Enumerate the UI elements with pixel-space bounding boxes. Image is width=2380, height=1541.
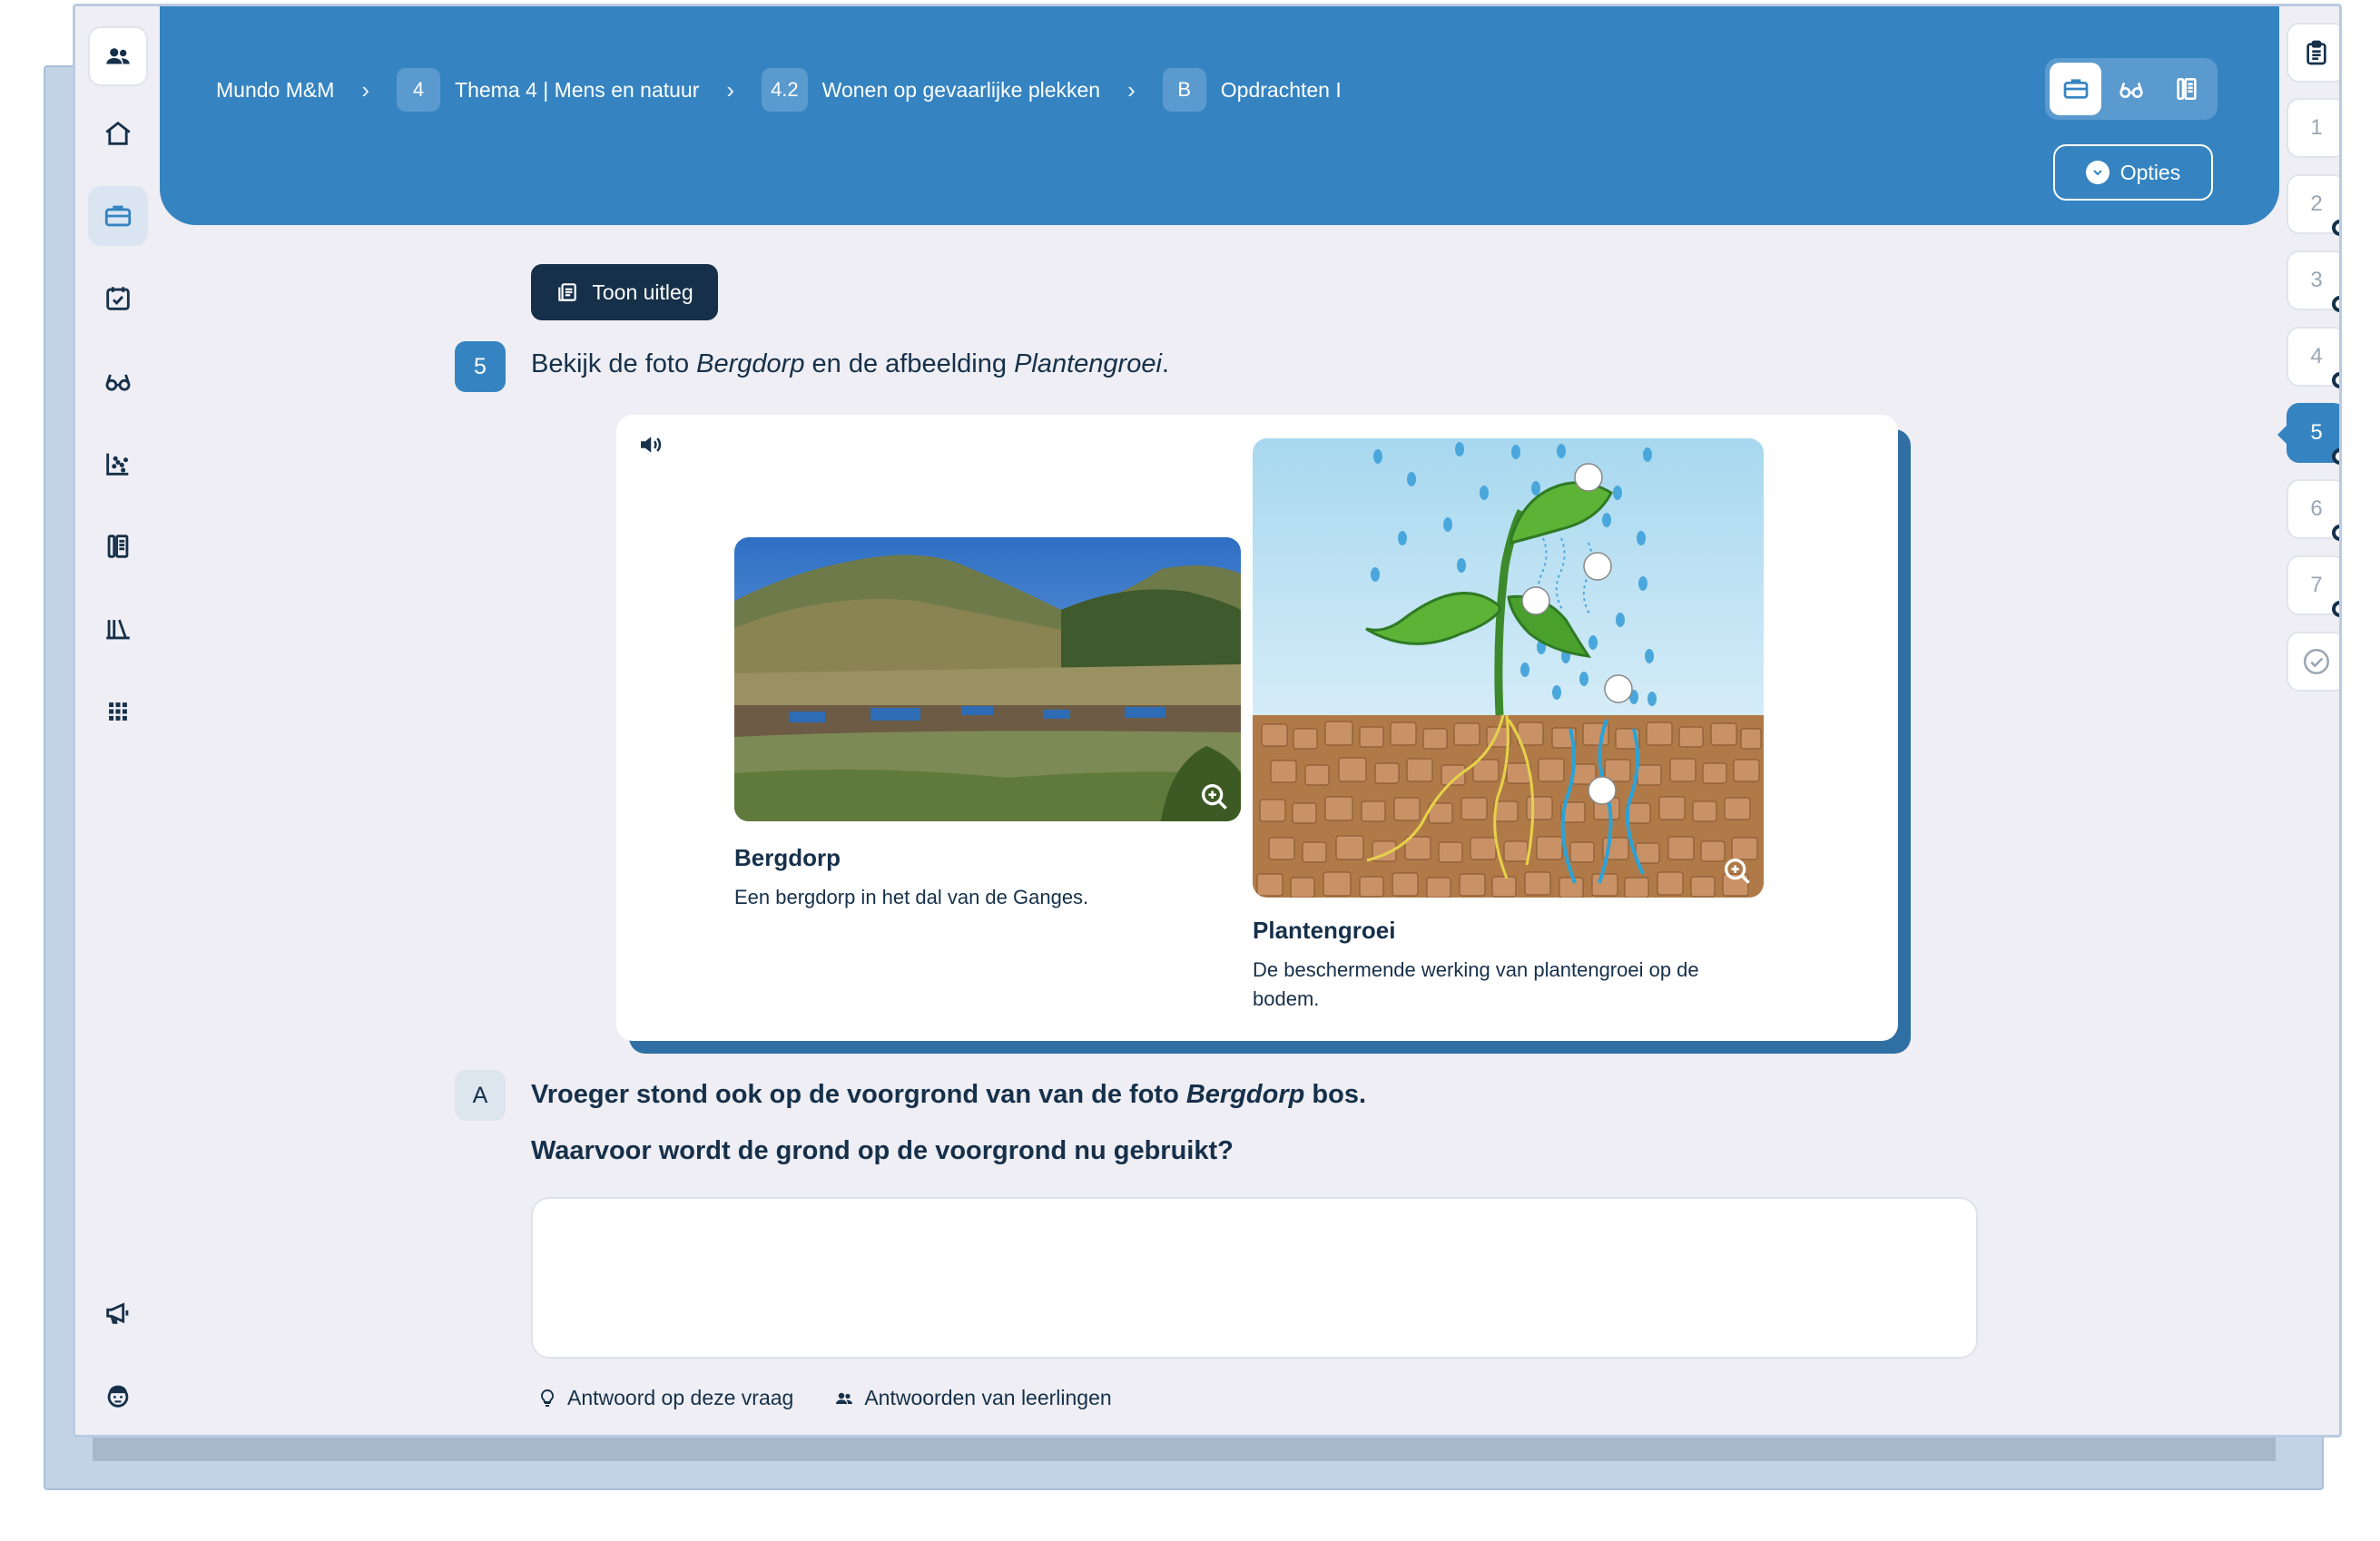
avatar-icon[interactable] <box>88 1366 148 1426</box>
answer-input[interactable] <box>531 1197 1978 1359</box>
clipboard-icon[interactable] <box>2287 23 2339 83</box>
view-toggle <box>2045 58 2218 120</box>
chart-icon[interactable] <box>88 434 148 494</box>
subquestion-intro: Vroeger stond ook op de voorgrond van va… <box>531 1080 1367 1109</box>
question-nav: 1 2 3 4 5 6 7 <box>2277 6 2339 1435</box>
question-text: Bekijk de foto Bergdorp en de afbeelding… <box>531 349 1169 378</box>
media-title: Plantengroei <box>1253 917 1396 944</box>
media-caption: Een bergdorp in het dal van de Ganges. <box>734 886 1089 908</box>
breadcrumb-item[interactable]: Thema 4 | Mens en natuur <box>455 78 699 103</box>
books-view-icon[interactable] <box>2161 63 2213 115</box>
status-dot <box>2332 525 2339 541</box>
left-sidebar <box>75 6 160 1435</box>
chevron-right-icon: › <box>726 75 735 103</box>
question-nav-item[interactable]: 2 <box>2287 174 2339 236</box>
show-answer-link[interactable]: Antwoord op deze vraag <box>536 1386 793 1410</box>
status-dot <box>2332 220 2339 236</box>
media-card: Bergdorp Een bergdorp in het dal van de … <box>616 415 1898 1041</box>
show-explanation-button[interactable]: Toon uitleg <box>531 264 718 320</box>
glasses-icon[interactable] <box>88 351 148 411</box>
breadcrumb-badge: 4 <box>397 68 441 112</box>
briefcase-icon[interactable] <box>88 186 148 246</box>
chevron-right-icon: › <box>1127 75 1136 103</box>
student-answers-label: Antwoorden van leerlingen <box>864 1386 1112 1409</box>
grid-icon[interactable] <box>88 682 148 741</box>
breadcrumb-item[interactable]: Wonen op gevaarlijke plekken <box>822 78 1100 103</box>
answer-footer: Antwoord op deze vraag Antwoorden van le… <box>536 1386 1112 1410</box>
status-dot <box>2332 296 2339 312</box>
question-nav-item[interactable]: 3 <box>2287 250 2339 312</box>
question-nav-item[interactable]: 7 <box>2287 555 2339 617</box>
home-icon[interactable] <box>88 103 148 163</box>
question-nav-item[interactable]: 1 <box>2287 98 2339 158</box>
bergdorp-photo[interactable] <box>734 537 1241 821</box>
breadcrumb-item[interactable]: Mundo M&M <box>216 78 334 103</box>
question-number: 5 <box>455 341 506 392</box>
show-answer-label: Antwoord op deze vraag <box>567 1386 794 1409</box>
question-nav-item[interactable]: 6 <box>2287 479 2339 541</box>
speaker-icon[interactable] <box>636 431 664 458</box>
header: Mundo M&M › 4 Thema 4 | Mens en natuur ›… <box>160 6 2279 225</box>
active-pointer <box>2277 424 2288 446</box>
app-window: Mundo M&M › 4 Thema 4 | Mens en natuur ›… <box>73 4 2342 1438</box>
check-circle-icon[interactable] <box>2287 632 2339 692</box>
users-icon <box>836 1392 853 1404</box>
zoom-icon[interactable] <box>1197 780 1234 816</box>
status-dot <box>2332 448 2339 465</box>
media-caption: De beschermende werking van plantengroei… <box>1253 958 1699 1010</box>
breadcrumb-badge: 4.2 <box>762 68 808 112</box>
subquestion-letter: A <box>455 1070 506 1121</box>
options-label: Opties <box>2119 160 2181 184</box>
status-dot <box>2332 372 2339 388</box>
briefcase-view-icon[interactable] <box>2050 63 2102 115</box>
student-answers-link[interactable]: Antwoorden van leerlingen <box>833 1386 1112 1410</box>
subquestion-text: Waarvoor wordt de grond op de voorgrond … <box>531 1136 1234 1165</box>
options-button[interactable]: Opties <box>2053 144 2213 201</box>
show-explanation-label: Toon uitleg <box>592 280 693 304</box>
zoom-icon[interactable] <box>1720 854 1756 890</box>
media-title: Bergdorp <box>734 844 841 871</box>
chevron-right-icon: › <box>361 75 370 103</box>
breadcrumb-badge: B <box>1162 68 1206 112</box>
megaphone-icon[interactable] <box>88 1282 148 1342</box>
plantengroei-illustration[interactable] <box>1253 438 1764 898</box>
glasses-view-icon[interactable] <box>2105 63 2157 115</box>
library-icon[interactable] <box>88 599 148 659</box>
breadcrumb-item[interactable]: Opdrachten I <box>1221 78 1342 103</box>
calendar-check-icon[interactable] <box>88 269 148 329</box>
lightbulb-icon <box>540 1389 555 1407</box>
question-nav-item-active[interactable]: 5 <box>2277 403 2339 465</box>
books-icon[interactable] <box>88 516 148 576</box>
question-nav-item[interactable]: 4 <box>2287 327 2339 388</box>
book-icon <box>558 283 577 301</box>
users-icon[interactable] <box>88 26 148 86</box>
breadcrumb: Mundo M&M › 4 Thema 4 | Mens en natuur ›… <box>216 64 1342 115</box>
chevron-down-icon <box>2085 161 2110 184</box>
status-dot <box>2332 601 2339 617</box>
